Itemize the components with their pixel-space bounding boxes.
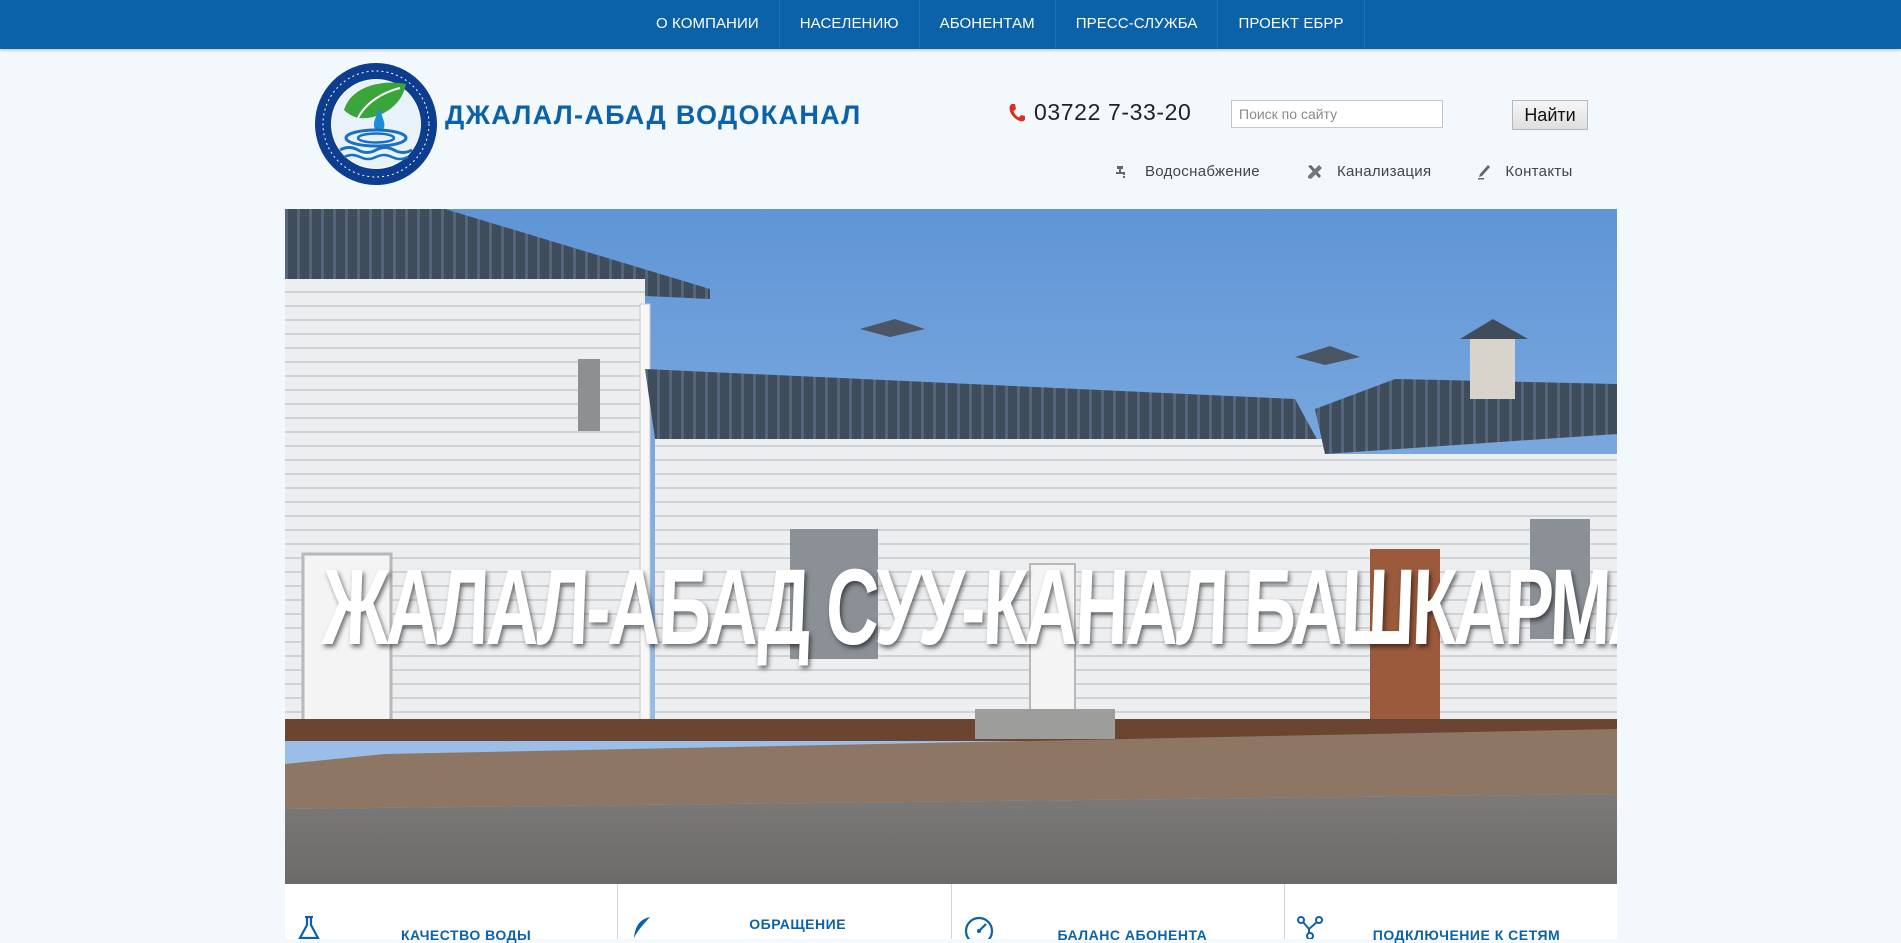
link-water-supply[interactable]: Водоснабжение xyxy=(1115,163,1260,180)
phone-number[interactable]: 03722 7-33-20 xyxy=(1034,99,1191,126)
gauge-icon xyxy=(964,916,993,939)
feature-water-quality[interactable]: КАЧЕСТВО ВОДЫ xyxy=(285,884,619,943)
faucet-icon xyxy=(1116,165,1125,178)
phone-icon xyxy=(1009,103,1025,121)
top-menu: О КОМПАНИИ НАСЕЛЕНИЮ АБОНЕНТАМ ПРЕСС-СЛУ… xyxy=(636,0,1365,49)
link-label: Контакты xyxy=(1505,163,1573,180)
banner-title: ЖАЛАЛ-АБАД СУУ-КАНАЛ БАШКАРМАЛЫГЫ xyxy=(320,546,1617,667)
feature-links: КАЧЕСТВО ВОДЫ ОБРАЩЕНИЕ БАЛАНС АБОНЕНТА … xyxy=(285,884,1617,943)
phone-contact: 03722 7-33-20 xyxy=(1008,99,1191,126)
feature-label: КАЧЕСТВО ВОДЫ xyxy=(401,927,532,943)
logo[interactable] xyxy=(314,62,438,186)
link-contacts[interactable]: Контакты xyxy=(1477,163,1572,180)
feature-label: ОБРАЩЕНИЕ xyxy=(749,916,847,932)
feature-label: БАЛАНС АБОНЕНТА xyxy=(1057,927,1208,943)
feature-balance[interactable]: БАЛАНС АБОНЕНТА xyxy=(952,884,1285,943)
menu-item-subscribers[interactable]: АБОНЕНТАМ xyxy=(920,0,1056,49)
hero-banner[interactable]: ЖАЛАЛ-АБАД СУУ-КАНАЛ БАШКАРМАЛЫГЫ xyxy=(285,209,1617,884)
top-navigation: О КОМПАНИИ НАСЕЛЕНИЮ АБОНЕНТАМ ПРЕСС-СЛУ… xyxy=(0,0,1901,49)
quill-icon xyxy=(634,917,651,938)
network-icon xyxy=(1296,916,1323,939)
feature-network-connection[interactable]: ПОДКЛЮЧЕНИЕ К СЕТЯМ xyxy=(1285,884,1617,943)
site-name[interactable]: ДЖАЛАЛ-АБАД ВОДОКАНАЛ xyxy=(445,100,862,131)
tools-icon xyxy=(1307,164,1322,179)
feature-label: ПОДКЛЮЧЕНИЕ К СЕТЯМ xyxy=(1372,927,1561,943)
search-button[interactable]: Найти xyxy=(1512,100,1588,130)
menu-item-population[interactable]: НАСЕЛЕНИЮ xyxy=(780,0,920,49)
menu-item-ebrd-project[interactable]: ПРОЕКТ ЕБРР xyxy=(1218,0,1365,49)
pen-icon xyxy=(1478,164,1491,179)
service-links: Водоснабжение Канализация Контакты xyxy=(1115,163,1573,180)
link-label: Водоснабжение xyxy=(1145,163,1260,180)
flask-icon xyxy=(298,916,320,939)
menu-item-company[interactable]: О КОМПАНИИ xyxy=(636,0,780,49)
link-sewerage[interactable]: Канализация xyxy=(1306,163,1431,180)
link-label: Канализация xyxy=(1336,163,1432,180)
search-input[interactable] xyxy=(1231,100,1443,128)
menu-item-press[interactable]: ПРЕСС-СЛУЖБА xyxy=(1056,0,1219,49)
feature-appeal[interactable]: ОБРАЩЕНИЕ xyxy=(618,884,952,939)
